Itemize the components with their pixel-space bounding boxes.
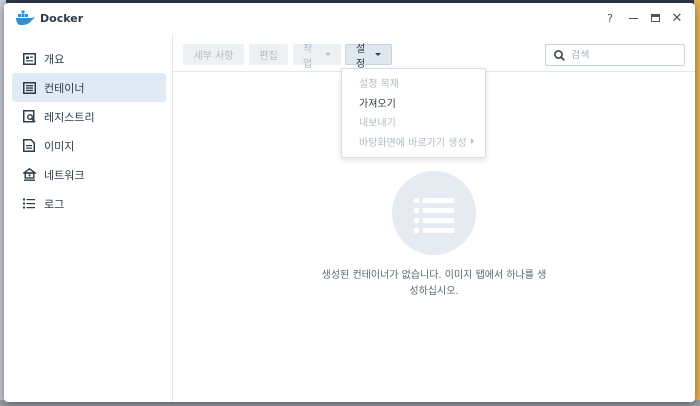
network-icon bbox=[22, 168, 36, 182]
window-title: Docker bbox=[40, 12, 84, 25]
edit-button[interactable]: 편집 bbox=[249, 44, 288, 65]
action-button-label: 작업 bbox=[303, 43, 313, 70]
overview-icon bbox=[22, 52, 36, 66]
minimize-button[interactable] bbox=[626, 11, 640, 25]
menu-item-label: 설정 복제 bbox=[359, 79, 399, 91]
chevron-right-icon bbox=[470, 138, 474, 145]
menu-item-label: 바탕화면에 바로가기 생성 bbox=[359, 137, 467, 149]
menu-item-duplicate-settings[interactable]: 설정 복제 bbox=[342, 73, 485, 93]
maximize-button[interactable] bbox=[648, 11, 662, 25]
settings-dropdown-menu: 설정 복제 가져오기 내보내기 바탕화면에 바로가기 생성 bbox=[341, 68, 486, 158]
menu-item-label: 가져오기 bbox=[359, 98, 396, 110]
image-icon bbox=[22, 139, 36, 153]
help-button[interactable]: ? bbox=[603, 11, 617, 25]
maximize-icon bbox=[650, 14, 660, 22]
close-button[interactable]: ✕ bbox=[670, 10, 684, 26]
search-input[interactable] bbox=[571, 49, 681, 61]
title-bar[interactable]: Docker ? ✕ bbox=[4, 3, 695, 34]
sidebar-item-log[interactable]: 로그 bbox=[12, 189, 166, 218]
sidebar-item-overview[interactable]: 개요 bbox=[12, 44, 166, 73]
settings-button-label: 설정 bbox=[356, 43, 366, 70]
details-button[interactable]: 세부 사항 bbox=[183, 44, 244, 65]
close-icon: ✕ bbox=[671, 10, 683, 26]
list-icon bbox=[414, 198, 454, 233]
container-list-icon bbox=[22, 81, 36, 95]
menu-item-export[interactable]: 내보내기 bbox=[342, 112, 485, 132]
menu-item-label: 내보내기 bbox=[359, 118, 396, 130]
search-field[interactable] bbox=[545, 44, 685, 66]
empty-state-line: 성하십시오. bbox=[409, 286, 459, 297]
sidebar: 개요 컨테이너 레지스트리 이미지 네트워크 로그 bbox=[4, 34, 173, 402]
sidebar-item-label: 로그 bbox=[44, 197, 65, 211]
settings-dropdown-button[interactable]: 설정 bbox=[345, 44, 392, 70]
action-dropdown-button[interactable]: 작업 bbox=[293, 44, 341, 70]
empty-state-illustration bbox=[392, 171, 476, 255]
sidebar-item-label: 이미지 bbox=[44, 139, 75, 153]
chevron-down-icon bbox=[325, 53, 331, 56]
empty-state-line: 생성된 컨테이너가 없습니다. 이미지 탭에서 하나를 생 bbox=[321, 270, 547, 281]
details-button-label: 세부 사항 bbox=[193, 51, 234, 62]
sidebar-item-image[interactable]: 이미지 bbox=[12, 131, 166, 160]
sidebar-item-registry[interactable]: 레지스트리 bbox=[12, 102, 166, 131]
chevron-down-icon bbox=[375, 53, 381, 56]
docker-window: Docker ? ✕ 개요 컨테이너 레지스트리 이미지 네트워크 로그 세부 … bbox=[4, 3, 695, 402]
registry-search-icon bbox=[22, 110, 36, 124]
edit-button-label: 편집 bbox=[259, 51, 278, 62]
docker-whale-icon bbox=[16, 10, 35, 26]
sidebar-item-label: 컨테이너 bbox=[44, 81, 85, 95]
menu-item-import[interactable]: 가져오기 bbox=[342, 93, 485, 113]
sidebar-item-label: 네트워크 bbox=[44, 168, 85, 182]
search-icon bbox=[554, 49, 565, 61]
sidebar-item-label: 개요 bbox=[44, 52, 65, 66]
sidebar-item-container[interactable]: 컨테이너 bbox=[12, 73, 166, 102]
main-content: 세부 사항 편집 작업 설정 설정 복제 가져오기 bbox=[173, 34, 695, 402]
menu-item-create-desktop-shortcut[interactable]: 바탕화면에 바로가기 생성 bbox=[342, 132, 485, 152]
minimize-icon bbox=[628, 17, 638, 20]
sidebar-item-label: 레지스트리 bbox=[44, 110, 95, 124]
sidebar-item-network[interactable]: 네트워크 bbox=[12, 160, 166, 189]
empty-state-message: 생성된 컨테이너가 없습니다. 이미지 탭에서 하나를 생 성하십시오. bbox=[303, 268, 565, 300]
toolbar: 세부 사항 편집 작업 설정 bbox=[173, 34, 695, 72]
log-list-icon bbox=[22, 197, 36, 211]
